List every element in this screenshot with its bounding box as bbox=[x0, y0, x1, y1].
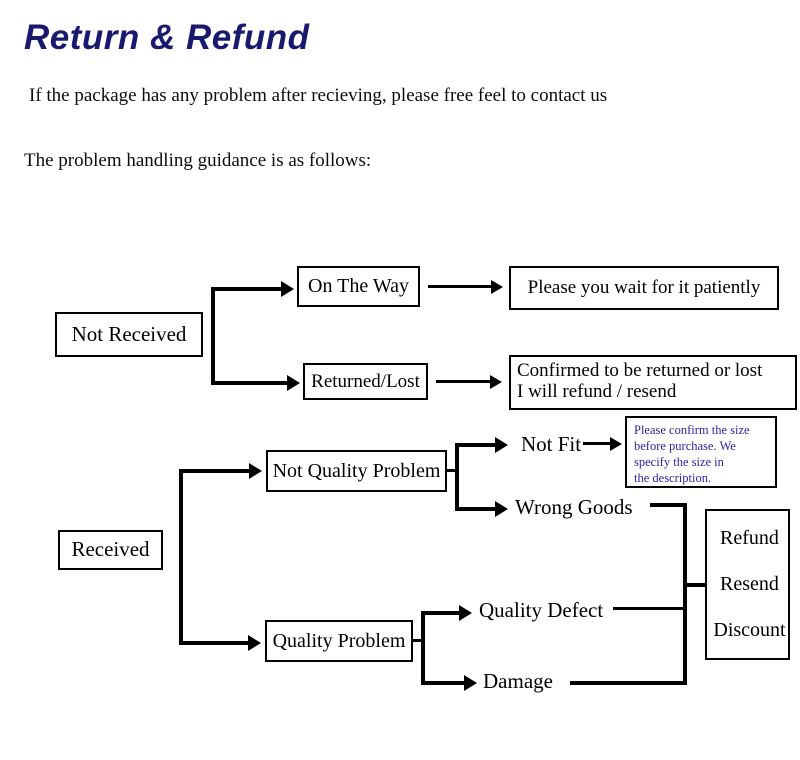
page-title: Return & Refund bbox=[24, 18, 310, 57]
arrow-to-confirmed bbox=[490, 375, 502, 389]
connector-qp-vertical bbox=[421, 611, 425, 684]
node-returned-lost: Returned/Lost bbox=[303, 363, 428, 400]
connector-not-received-top bbox=[211, 287, 281, 291]
node-not-received: Not Received bbox=[55, 312, 203, 357]
arrow-to-not-fit bbox=[495, 437, 508, 453]
connector-returned-lost-to-confirmed bbox=[436, 380, 492, 383]
intro-text-line-2: The problem handling guidance is as foll… bbox=[24, 150, 372, 171]
connector-received-vertical bbox=[179, 469, 183, 645]
connector-not-fit-to-note bbox=[583, 442, 613, 445]
arrow-to-quality-problem bbox=[248, 635, 261, 651]
connector-received-top bbox=[179, 469, 250, 473]
connector-wrong-goods-right bbox=[650, 503, 687, 507]
confirmed-line-2: I will refund / resend bbox=[517, 381, 677, 403]
node-quality-problem: Quality Problem bbox=[265, 620, 413, 662]
connector-resolution-vertical bbox=[683, 503, 687, 685]
arrow-to-wrong-goods bbox=[495, 501, 508, 517]
connector-qp-bottom bbox=[421, 681, 466, 685]
connector-qp-top bbox=[421, 611, 461, 615]
connector-received-bottom bbox=[179, 641, 249, 645]
node-confirmed-refund-resend: Confirmed to be returned or lost I will … bbox=[509, 355, 797, 410]
size-note-line-2: before purchase. We bbox=[634, 439, 736, 453]
resolution-options-box: Refund Resend Discount bbox=[705, 509, 790, 660]
arrow-to-returned-lost bbox=[287, 375, 300, 391]
arrow-to-size-note bbox=[610, 437, 622, 451]
label-not-fit: Not Fit bbox=[521, 432, 582, 456]
arrow-to-wait-patiently bbox=[491, 280, 503, 294]
node-not-quality-problem: Not Quality Problem bbox=[266, 450, 447, 492]
intro-text-line-1: If the package has any problem after rec… bbox=[29, 85, 608, 106]
resolution-option-discount: Discount bbox=[713, 619, 786, 641]
return-refund-page: Return & Refund If the package has any p… bbox=[0, 0, 800, 760]
node-on-the-way: On The Way bbox=[297, 266, 420, 307]
connector-nqp-bottom bbox=[455, 507, 497, 511]
label-damage: Damage bbox=[483, 669, 553, 693]
connector-quality-defect-right bbox=[613, 607, 687, 610]
node-received: Received bbox=[58, 530, 163, 570]
label-wrong-goods: Wrong Goods bbox=[515, 495, 633, 519]
resolution-option-resend: Resend bbox=[720, 573, 779, 595]
connector-damage-right bbox=[570, 681, 687, 685]
size-note-line-3: specify the size in bbox=[634, 455, 724, 469]
connector-not-received-bottom bbox=[211, 381, 287, 385]
arrow-to-damage bbox=[464, 675, 477, 691]
node-wait-patiently: Please you wait for it patiently bbox=[509, 266, 779, 310]
label-quality-defect: Quality Defect bbox=[479, 598, 604, 622]
connector-on-the-way-to-wait bbox=[428, 285, 493, 288]
size-note-line-1: Please confirm the size bbox=[634, 423, 750, 437]
confirmed-line-1: Confirmed to be returned or lost bbox=[517, 360, 763, 381]
resolution-option-refund: Refund bbox=[720, 527, 779, 549]
connector-resolution-stub bbox=[683, 583, 707, 587]
size-note-line-4: the description. bbox=[634, 471, 712, 485]
arrow-to-on-the-way bbox=[281, 281, 294, 297]
connector-nqp-top bbox=[455, 443, 497, 447]
connector-nqp-vertical bbox=[455, 443, 459, 511]
size-confirmation-note: Please confirm the size before purchase.… bbox=[625, 416, 777, 488]
arrow-to-quality-defect bbox=[459, 605, 472, 621]
arrow-to-not-quality-problem bbox=[249, 463, 262, 479]
connector-not-received-vertical bbox=[211, 287, 215, 385]
